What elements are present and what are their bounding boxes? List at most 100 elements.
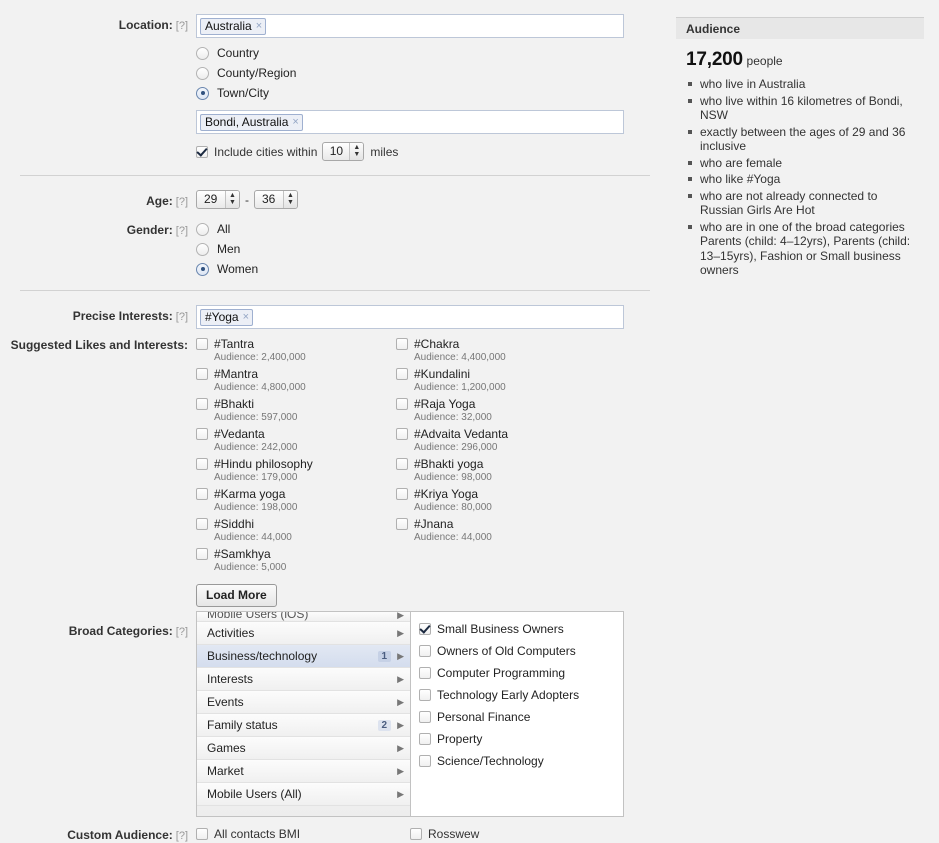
custom-audience-checkbox-right[interactable]: [410, 828, 422, 840]
bc-option-checkbox[interactable]: [419, 733, 431, 745]
radio-town-city[interactable]: Town/City: [196, 83, 660, 103]
broad-categories-list[interactable]: Mobile Users (iOS) ▶ Activities ▶ Busine…: [197, 612, 411, 816]
bc-option-checkbox[interactable]: [419, 689, 431, 701]
suggestion-checkbox[interactable]: [396, 427, 408, 440]
radio-country[interactable]: Country: [196, 43, 660, 63]
chevron-right-icon: ▶: [397, 788, 404, 799]
suggestion-checkbox[interactable]: [196, 427, 208, 440]
suggestion-checkbox[interactable]: [396, 397, 408, 410]
list-item[interactable]: #Tantra Audience: 2,400,000: [196, 336, 396, 365]
bc-item-activities[interactable]: Activities ▶: [197, 622, 410, 645]
list-item[interactable]: #Samkhya Audience: 5,000: [196, 546, 396, 575]
bc-option-science-technology[interactable]: Science/Technology: [419, 750, 623, 772]
bc-item-games[interactable]: Games ▶: [197, 737, 410, 760]
radio-icon[interactable]: [196, 66, 209, 80]
suggestion-checkbox[interactable]: [196, 457, 208, 470]
suggestion-audience: Audience: 98,000: [414, 472, 492, 483]
list-item[interactable]: #Mantra Audience: 4,800,000: [196, 366, 396, 395]
bc-option-checkbox[interactable]: [419, 667, 431, 679]
gender-help-icon[interactable]: [?]: [176, 225, 188, 237]
age-max-value[interactable]: 36: [255, 191, 283, 208]
bc-item-events[interactable]: Events ▶: [197, 691, 410, 714]
bc-option-personal-finance[interactable]: Personal Finance: [419, 706, 623, 728]
list-item[interactable]: #Chakra Audience: 4,400,000: [396, 336, 626, 365]
location-city-input[interactable]: Bondi, Australia ×: [196, 110, 624, 134]
suggestion-checkbox[interactable]: [196, 547, 208, 560]
radio-icon-selected[interactable]: [196, 86, 209, 100]
age-min-value[interactable]: 29: [197, 191, 225, 208]
bc-option-property[interactable]: Property: [419, 728, 623, 750]
list-item[interactable]: #Vedanta Audience: 242,000: [196, 426, 396, 455]
bc-item-market[interactable]: Market ▶: [197, 760, 410, 783]
suggestion-checkbox[interactable]: [196, 397, 208, 410]
suggestion-checkbox[interactable]: [196, 487, 208, 500]
location-token-bondi[interactable]: Bondi, Australia ×: [200, 113, 303, 131]
bc-option-owners-of-old-computers[interactable]: Owners of Old Computers: [419, 640, 623, 662]
list-item[interactable]: #Siddhi Audience: 44,000: [196, 516, 396, 545]
list-item[interactable]: #Karma yoga Audience: 198,000: [196, 486, 396, 515]
suggestion-name: #Samkhya: [214, 546, 271, 561]
bc-option-technology-early-adopters[interactable]: Technology Early Adopters: [419, 684, 623, 706]
suggestion-checkbox[interactable]: [396, 367, 408, 380]
bc-option-checkbox[interactable]: [419, 755, 431, 767]
radio-gender-women[interactable]: Women: [196, 259, 660, 279]
bc-option-checkbox[interactable]: [419, 645, 431, 657]
precise-interests-input[interactable]: #Yoga ×: [196, 305, 624, 329]
age-max-stepper[interactable]: 36 ▲ ▼: [254, 190, 298, 209]
bc-item-interests[interactable]: Interests ▶: [197, 668, 410, 691]
radio-icon[interactable]: [196, 242, 209, 256]
custom-audience-checkbox-left[interactable]: [196, 828, 208, 840]
list-item[interactable]: #Hindu philosophy Audience: 179,000: [196, 456, 396, 485]
bc-item-mobile-users-ios[interactable]: Mobile Users (iOS) ▶: [197, 612, 410, 622]
radio-county-region[interactable]: County/Region: [196, 63, 660, 83]
location-field: Australia × Country County/Region Town/C…: [196, 14, 660, 161]
radio-icon-selected[interactable]: [196, 262, 209, 276]
radio-icon[interactable]: [196, 222, 209, 236]
broad-categories-help-icon[interactable]: [?]: [176, 626, 188, 638]
bc-option-computer-programming[interactable]: Computer Programming: [419, 662, 623, 684]
stepper-arrows-icon[interactable]: ▲ ▼: [225, 191, 239, 208]
broad-categories-row: Broad Categories: [?] Mobile Users (iOS) …: [0, 611, 660, 817]
age-help-icon[interactable]: [?]: [176, 196, 188, 208]
location-token-australia[interactable]: Australia ×: [200, 17, 267, 35]
suggestion-checkbox[interactable]: [396, 457, 408, 470]
suggestion-checkbox[interactable]: [196, 337, 208, 350]
load-more-button[interactable]: Load More: [196, 584, 277, 607]
suggestion-checkbox[interactable]: [196, 517, 208, 530]
list-item[interactable]: #Raja Yoga Audience: 32,000: [396, 396, 626, 425]
stepper-arrows-icon[interactable]: ▲ ▼: [349, 143, 364, 160]
include-cities-checkbox[interactable]: [196, 145, 208, 158]
bc-option-checkbox[interactable]: [419, 623, 431, 635]
suggestion-name: #Kriya Yoga: [414, 486, 479, 501]
suggestion-checkbox[interactable]: [396, 517, 408, 530]
radio-icon[interactable]: [196, 46, 209, 60]
suggestion-checkbox[interactable]: [196, 367, 208, 380]
precise-interests-help-icon[interactable]: [?]: [176, 311, 188, 323]
location-help-icon[interactable]: [?]: [176, 20, 188, 32]
list-item[interactable]: #Advaita Vedanta Audience: 296,000: [396, 426, 626, 455]
stepper-arrows-icon[interactable]: ▲ ▼: [283, 191, 297, 208]
custom-audience-help-icon[interactable]: [?]: [176, 830, 188, 842]
interest-token-yoga[interactable]: #Yoga ×: [200, 308, 254, 326]
close-icon[interactable]: ×: [256, 20, 262, 32]
age-min-stepper[interactable]: 29 ▲ ▼: [196, 190, 240, 209]
close-icon[interactable]: ×: [292, 116, 298, 128]
list-item[interactable]: #Jnana Audience: 44,000: [396, 516, 626, 545]
list-item[interactable]: #Bhakti Audience: 597,000: [196, 396, 396, 425]
bc-option-small-business-owners[interactable]: Small Business Owners: [419, 618, 623, 640]
radio-gender-men[interactable]: Men: [196, 239, 660, 259]
close-icon[interactable]: ×: [243, 311, 249, 323]
radio-gender-all[interactable]: All: [196, 219, 660, 239]
bc-option-checkbox[interactable]: [419, 711, 431, 723]
bc-item-mobile-users-all[interactable]: Mobile Users (All) ▶: [197, 783, 410, 806]
radius-stepper[interactable]: 10 ▲ ▼: [322, 142, 365, 161]
suggestion-checkbox[interactable]: [396, 337, 408, 350]
list-item[interactable]: #Kriya Yoga Audience: 80,000: [396, 486, 626, 515]
suggestion-checkbox[interactable]: [396, 487, 408, 500]
list-item[interactable]: #Kundalini Audience: 1,200,000: [396, 366, 626, 395]
bc-item-family-status[interactable]: Family status 2 ▶: [197, 714, 410, 737]
location-country-input[interactable]: Australia ×: [196, 14, 624, 38]
bc-item-business-technology[interactable]: Business/technology 1 ▶: [197, 645, 410, 668]
radius-value[interactable]: 10: [323, 143, 349, 160]
list-item[interactable]: #Bhakti yoga Audience: 98,000: [396, 456, 626, 485]
